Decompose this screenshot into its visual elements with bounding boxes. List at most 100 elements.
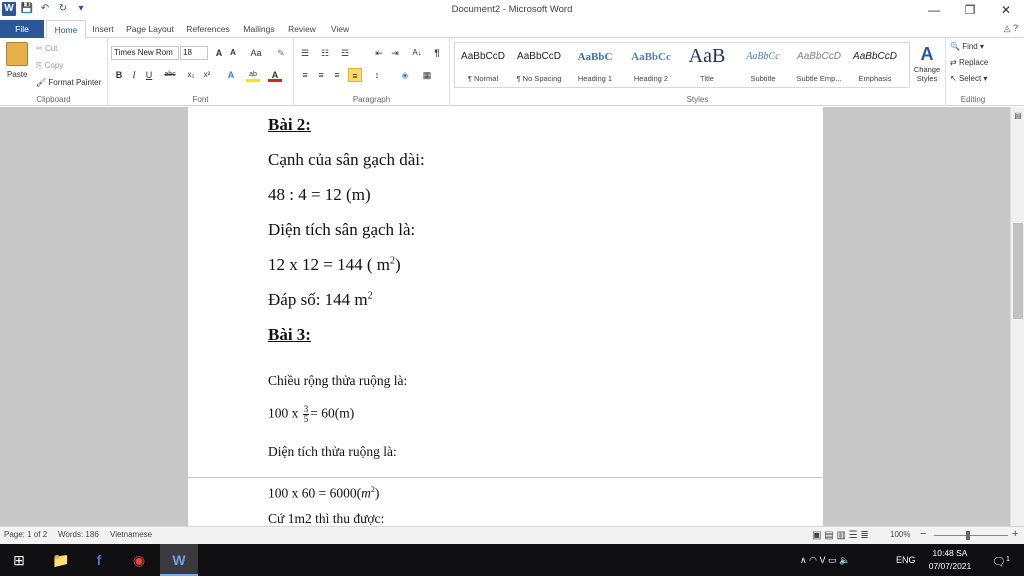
chrome-icon[interactable]: ◉ [120, 544, 158, 576]
font-name-select[interactable]: Times New Rom [111, 46, 179, 60]
tab-view[interactable]: View [326, 20, 354, 38]
view-buttons-icon[interactable]: ▣ ▤ ▥ ☰ ≣ [812, 530, 869, 541]
doc-line: 48 : 4 = 12 (m) [268, 185, 371, 204]
line-spacing-icon[interactable]: ↕ [370, 68, 384, 82]
style-heading-1[interactable]: AaBbC Heading 1 [567, 43, 623, 87]
copy-button[interactable]: ⎘ Copy [36, 61, 63, 71]
tab-page-layout[interactable]: Page Layout [124, 20, 176, 38]
bullets-icon[interactable]: ☰ [298, 46, 312, 60]
style-normal[interactable]: AaBbCcD ¶ Normal [455, 43, 511, 87]
justify-icon[interactable]: ≡ [348, 68, 362, 82]
show-hide-icon[interactable]: ¶ [430, 46, 444, 60]
shading-icon[interactable]: ◈ [398, 68, 412, 82]
document-page-2[interactable]: 100 x 60 = 6000(m2) Cứ 1m2 thì thu được: [188, 478, 823, 526]
close-button[interactable]: ✕ [988, 0, 1024, 20]
style-title[interactable]: AaB Title [679, 43, 735, 87]
doc-line: Cứ 1m2 thì thu được: [268, 511, 385, 526]
document-area: Bài 2: Cạnh của sân gạch dài: 48 : 4 = 1… [0, 107, 1010, 526]
style-heading-2[interactable]: AaBbCc Heading 2 [623, 43, 679, 87]
system-tray-icons[interactable]: ∧ ◠ V ▭ 🔈 [800, 544, 850, 576]
document-page[interactable]: Bài 2: Cạnh của sân gạch dài: 48 : 4 = 1… [188, 107, 823, 477]
font-group-label: Font [192, 95, 209, 104]
multilevel-list-icon[interactable]: ☲ [338, 46, 352, 60]
restore-button[interactable]: ❐ [952, 0, 988, 20]
input-language[interactable]: ENG [896, 544, 916, 576]
word-count[interactable]: Words: 186 [58, 530, 99, 539]
font-color-icon[interactable]: A [268, 68, 282, 82]
style-emphasis[interactable]: AaBbCcD Emphasis [847, 43, 903, 87]
subscript-button[interactable]: x₂ [184, 68, 198, 82]
sort-icon[interactable]: A↓ [410, 46, 424, 60]
increase-indent-icon[interactable]: ⇥ [388, 46, 402, 60]
doc-line-answer: Đáp số: 144 m2 [268, 290, 373, 309]
paste-icon[interactable] [6, 42, 28, 66]
decrease-indent-icon[interactable]: ⇤ [372, 46, 386, 60]
borders-icon[interactable]: ▦ [420, 68, 434, 82]
change-case-icon[interactable]: Aa [246, 46, 266, 60]
scrollbar-thumb[interactable] [1013, 223, 1023, 319]
select-button[interactable]: ↖ Select ▾ [950, 74, 987, 83]
shrink-font-icon[interactable]: A [226, 46, 240, 60]
underline-button[interactable]: U [142, 68, 156, 82]
tab-review[interactable]: Review [286, 20, 318, 38]
file-explorer-icon[interactable]: 📁 [42, 544, 80, 576]
find-button[interactable]: 🔍 Find ▾ [950, 42, 984, 51]
clear-formatting-icon[interactable]: ✎ [274, 46, 288, 60]
style-subtitle[interactable]: AaBbCc Subtitle [735, 43, 791, 87]
help-icon[interactable]: ◬ ? [1004, 23, 1018, 34]
tab-references[interactable]: References [184, 20, 232, 38]
style-no-spacing[interactable]: AaBbCcD ¶ No Spacing [511, 43, 567, 87]
numbering-icon[interactable]: ☷ [318, 46, 332, 60]
center-icon[interactable]: ≡ [314, 68, 328, 82]
clipboard-group-label: Clipboard [36, 95, 71, 104]
align-left-icon[interactable]: ≡ [298, 68, 312, 82]
language-indicator[interactable]: Vietnamese [110, 530, 152, 539]
clock[interactable]: 10:48 SA 07/07/2021 [920, 547, 980, 573]
zoom-slider-thumb[interactable] [966, 531, 970, 540]
zoom-level[interactable]: 100% [890, 530, 910, 539]
editing-group: 🔍 Find ▾ ⇄ Replace ↖ Select ▾ Editing [946, 38, 1000, 106]
change-styles-button[interactable]: A Change Styles [912, 44, 942, 83]
align-right-icon[interactable]: ≡ [330, 68, 344, 82]
zoom-in-button[interactable]: + [1012, 528, 1018, 540]
clipboard-group: Paste ✂ Cut ⎘ Copy 🖌 Format Painter Clip… [0, 38, 108, 106]
font-size-select[interactable]: 18 [180, 46, 208, 60]
tab-home[interactable]: Home [46, 20, 86, 39]
zoom-slider[interactable] [934, 535, 1008, 536]
tab-mailings[interactable]: Mailings [240, 20, 278, 38]
clock-date: 07/07/2021 [928, 561, 972, 571]
vertical-scrollbar[interactable]: ▤ [1010, 107, 1024, 526]
title-bar: W 💾 ↶ ↻ ▾ Document2 - Microsoft Word — ❐… [0, 0, 1024, 20]
tab-insert[interactable]: Insert [88, 20, 118, 38]
replace-button[interactable]: ⇄ Replace [950, 58, 988, 67]
window-title: Document2 - Microsoft Word [451, 4, 573, 15]
strikethrough-button[interactable]: abc [160, 68, 180, 82]
format-painter-button[interactable]: 🖌 Format Painter [36, 78, 101, 87]
doc-line-bai3: Bài 3: [268, 325, 311, 344]
font-group: Times New Rom 18 A A Aa ✎ B I U abc x₂ x… [108, 38, 294, 106]
fraction: 35 [302, 404, 310, 424]
minimize-button[interactable]: — [916, 0, 952, 20]
page-count[interactable]: Page: 1 of 2 [4, 530, 47, 539]
zoom-out-button[interactable]: − [920, 528, 926, 540]
doc-line: Diện tích thửa ruộng là: [268, 444, 397, 459]
ruler-toggle-icon[interactable]: ▤ [1012, 111, 1024, 123]
styles-group-label: Styles [686, 95, 709, 104]
start-button[interactable]: ⊞ [0, 544, 38, 576]
doc-line: Cạnh của sân gạch dài: [268, 150, 425, 169]
style-subtle-emphasis[interactable]: AaBbCcD Subtle Emp... [791, 43, 847, 87]
clock-time: 10:48 SA [932, 548, 968, 558]
tab-file[interactable]: File [0, 20, 44, 38]
paragraph-group-label: Paragraph [352, 95, 391, 104]
superscript-button[interactable]: x² [200, 68, 214, 82]
notification-icon[interactable]: 🗨1 [992, 544, 1010, 576]
text-effects-icon[interactable]: A [224, 68, 238, 82]
cut-button[interactable]: ✂ Cut [36, 44, 57, 53]
facebook-icon[interactable]: f [80, 544, 118, 576]
italic-button[interactable]: I [127, 68, 141, 82]
paste-button[interactable]: Paste [7, 70, 27, 79]
word-taskbar-icon[interactable]: W [160, 544, 198, 576]
grow-font-icon[interactable]: A [212, 46, 226, 60]
bold-button[interactable]: B [112, 68, 126, 82]
highlight-color-icon[interactable]: ab [246, 68, 260, 82]
